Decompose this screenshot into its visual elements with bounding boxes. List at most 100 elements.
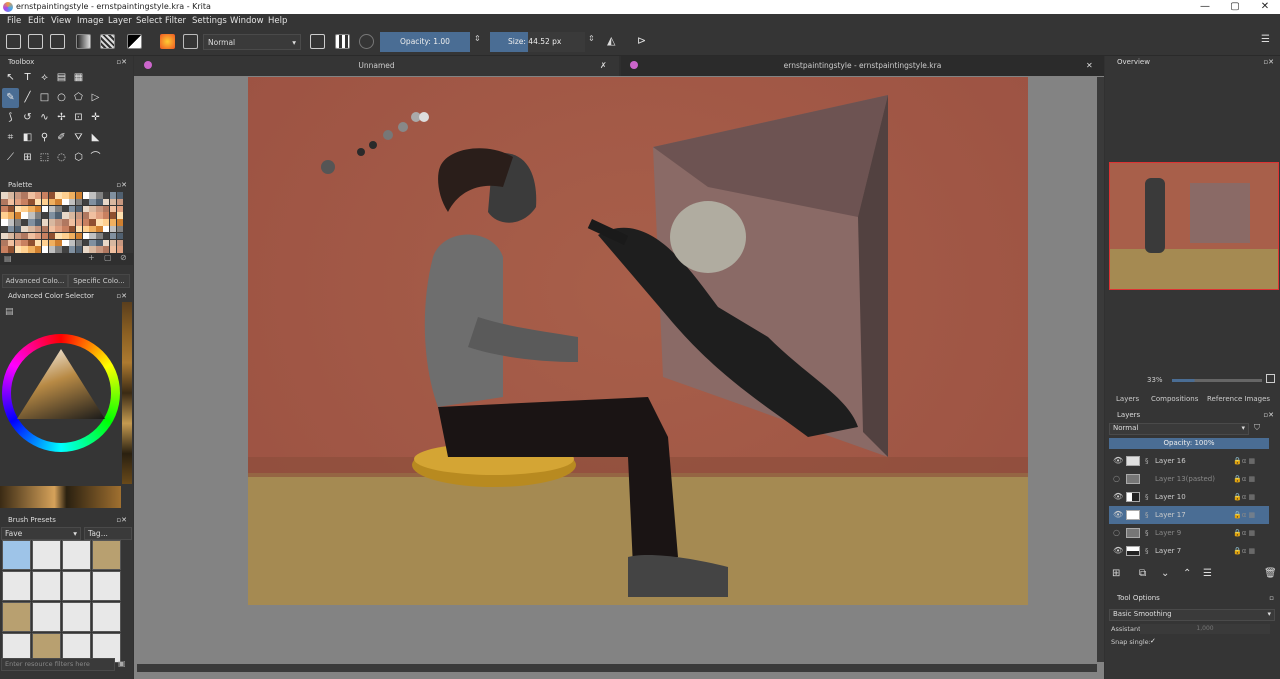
palette-swatch[interactable] (7, 212, 15, 219)
brush-preset-thumbnail[interactable] (92, 602, 121, 632)
visibility-icon[interactable]: 👁 (1113, 506, 1123, 524)
polygon-tool-icon[interactable]: ⬠ (70, 88, 87, 108)
close-tab-icon[interactable]: ✗ (600, 61, 607, 70)
polyline-tool-icon[interactable]: ▷ (87, 88, 104, 108)
palette-swatch[interactable] (55, 246, 62, 253)
menu-layer[interactable]: Layer (108, 16, 132, 26)
palette-swatch[interactable] (41, 232, 49, 240)
palette-swatch[interactable] (82, 198, 90, 206)
workspace-menu-icon[interactable]: ☰ (1261, 34, 1276, 49)
assistant-slider[interactable]: 1,000 (1140, 624, 1270, 634)
brush-preset-thumbnail[interactable] (62, 571, 91, 601)
palette-swatch[interactable] (55, 219, 62, 226)
palette-swatch[interactable] (14, 225, 22, 233)
palette-swatch[interactable] (28, 205, 35, 213)
select-shapes-tool-icon[interactable]: ↖ (2, 68, 19, 88)
palette-swatch[interactable] (89, 246, 96, 253)
palette-swatch[interactable] (14, 192, 22, 199)
palette-swatch[interactable] (116, 246, 124, 253)
dock-float-close-icon[interactable]: ▫✕ (116, 179, 127, 191)
palette-swatch[interactable] (1, 192, 8, 199)
menu-window[interactable]: Window (230, 16, 264, 26)
palette-swatch[interactable] (82, 192, 90, 199)
palette-swatch[interactable] (14, 212, 22, 219)
palette-swatch[interactable] (68, 239, 76, 247)
edit-palette-icon[interactable]: ▢ (104, 253, 112, 262)
palette-swatch[interactable] (7, 219, 15, 226)
brush-preset-thumbnail[interactable] (32, 602, 61, 632)
palette-swatch[interactable] (55, 239, 62, 247)
size-stepper-icon[interactable]: ⇕ (588, 34, 603, 49)
move-layer-up-icon[interactable]: ⌃ (1183, 568, 1191, 579)
palette-swatch[interactable] (89, 239, 96, 247)
brush-preset-thumbnail[interactable] (92, 540, 121, 570)
text-tool-icon[interactable]: T (19, 68, 36, 88)
palette-swatch[interactable] (55, 192, 62, 199)
palette-swatch[interactable] (116, 192, 124, 199)
palette-swatch[interactable] (14, 246, 22, 253)
palette-swatch[interactable] (62, 212, 69, 219)
palette-swatch[interactable] (62, 219, 69, 226)
palette-swatch[interactable] (75, 219, 83, 226)
palette-swatch[interactable] (62, 246, 69, 253)
palette-swatch[interactable] (82, 246, 90, 253)
palette-swatch[interactable] (41, 205, 49, 213)
palette-swatch[interactable] (21, 205, 28, 213)
palette-swatch[interactable] (68, 219, 76, 226)
palette-swatch[interactable] (75, 212, 83, 219)
palette-swatch[interactable] (34, 239, 42, 247)
palette-list-icon[interactable]: ▤ (4, 254, 12, 263)
outline-select-tool-icon[interactable]: ⌒ (87, 148, 104, 168)
palette-swatch[interactable] (109, 239, 117, 247)
palette-swatch[interactable] (55, 225, 62, 233)
palette-swatch[interactable] (96, 192, 103, 199)
palette-swatch[interactable] (21, 219, 28, 226)
palette-swatch[interactable] (96, 219, 103, 226)
layer-row[interactable]: 👁 § Layer 16 🔒α ▦ (1109, 452, 1269, 470)
palette-swatch[interactable] (89, 198, 96, 206)
palette-swatch[interactable] (48, 232, 56, 240)
filter-icon[interactable]: ⛉ (1254, 423, 1260, 433)
palette-swatch[interactable] (14, 232, 22, 240)
tab-reference-images[interactable]: Reference Images (1207, 395, 1270, 403)
palette-swatch[interactable] (75, 246, 83, 253)
palette-swatch[interactable] (21, 246, 28, 253)
tab-advanced-color[interactable]: Advanced Colo... (2, 274, 68, 288)
palette-swatch[interactable] (41, 246, 49, 253)
layer-opacity-slider[interactable]: Opacity: 100% (1109, 438, 1269, 449)
line-tool-icon[interactable]: ╱ (19, 88, 36, 108)
layer-lock-icons[interactable]: 🔒α ▦ (1233, 488, 1255, 506)
rect-select-tool-icon[interactable]: ⬚ (36, 148, 53, 168)
move-layer-down-icon[interactable]: ⌄ (1161, 568, 1169, 579)
palette-swatch[interactable] (75, 198, 83, 206)
palette-swatch[interactable] (116, 219, 124, 226)
palette-swatch[interactable] (1, 239, 8, 247)
palette-swatch[interactable] (109, 192, 117, 199)
palette-swatch[interactable] (34, 212, 42, 219)
visibility-icon[interactable]: 👁 (1113, 488, 1123, 506)
palette-swatch[interactable] (109, 225, 117, 233)
add-layer-icon[interactable]: ⊞ (1112, 568, 1120, 579)
menu-settings[interactable]: Settings (192, 16, 227, 26)
pattern-selector-icon[interactable] (100, 34, 115, 49)
palette-swatch[interactable] (28, 225, 35, 233)
palette-swatch[interactable] (21, 239, 28, 247)
palette-swatch[interactable] (96, 205, 103, 213)
palette-swatch[interactable] (7, 232, 15, 240)
measure-tool-icon[interactable]: ⟋ (2, 148, 19, 168)
menu-select[interactable]: Select (136, 16, 162, 26)
color-picker-tool-icon[interactable]: ⚲ (36, 128, 53, 148)
palette-swatch[interactable] (109, 198, 117, 206)
layer-lock-icons[interactable]: 🔒α ▦ (1233, 542, 1255, 560)
save-document-icon[interactable] (50, 34, 65, 49)
palette-swatch[interactable] (102, 239, 110, 247)
palette-swatch[interactable] (55, 232, 62, 240)
pattern-tool-icon[interactable]: ▦ (70, 68, 87, 88)
palette-swatch[interactable] (48, 212, 56, 219)
palette-swatch[interactable] (14, 239, 22, 247)
tab-specific-color[interactable]: Specific Colo... (68, 274, 130, 288)
palette-swatch[interactable] (68, 198, 76, 206)
palette-swatch[interactable] (109, 219, 117, 226)
brush-preset-thumbnail[interactable] (2, 540, 31, 570)
calligraphy-tool-icon[interactable]: ▤ (53, 68, 70, 88)
